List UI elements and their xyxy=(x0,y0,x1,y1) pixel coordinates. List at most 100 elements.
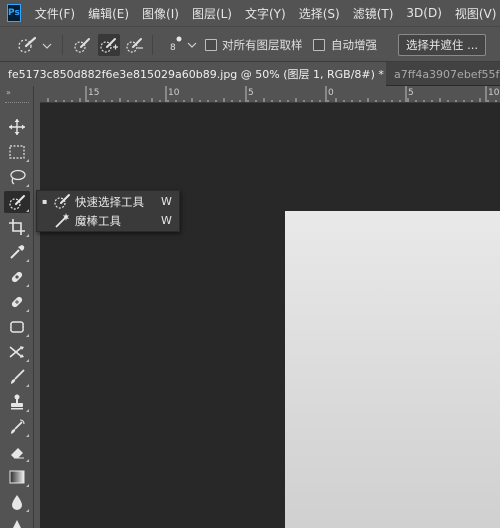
tool-group-indicator xyxy=(26,184,29,187)
brush-size-value: 8 xyxy=(170,43,176,53)
marquee-icon xyxy=(9,145,25,159)
checkbox-box[interactable] xyxy=(313,39,325,51)
rectangular-marquee-tool[interactable] xyxy=(4,141,30,163)
menu-view[interactable]: 视图(V) xyxy=(455,5,497,22)
ruler-label: 15 xyxy=(88,88,100,98)
flyout-item-magic-wand[interactable]: 魔棒工具 W xyxy=(37,211,179,230)
move-icon xyxy=(9,119,25,135)
eraser-icon xyxy=(11,448,24,459)
select-and-mask-label: 选择并遮住 ... xyxy=(405,38,479,52)
quick-selection-tool[interactable] xyxy=(4,191,30,213)
menu-type[interactable]: 文字(Y) xyxy=(245,5,286,22)
blur-drop-icon xyxy=(12,495,22,510)
flyout-item-quick-selection[interactable]: ▪ 快速选择工具 W xyxy=(37,192,179,211)
horizontal-ruler[interactable]: 15 10 5 0 5 10 xyxy=(40,86,500,103)
menu-image[interactable]: 图像(I) xyxy=(142,5,179,22)
tool-flyout-menu: ▪ 快速选择工具 W 魔棒工具 W xyxy=(36,190,180,232)
tool-group-indicator xyxy=(26,409,29,412)
history-brush-tool[interactable] xyxy=(4,416,30,438)
auto-enhance-checkbox[interactable] xyxy=(313,34,325,56)
separator xyxy=(62,35,63,55)
tab-active-document[interactable]: fe5173c850d882f6e3e815029a60b89.jpg @ 50… xyxy=(0,62,386,86)
sample-all-layers-checkbox[interactable] xyxy=(205,34,217,56)
crop-icon xyxy=(9,219,25,235)
tool-group-indicator xyxy=(26,209,29,212)
stamp-icon xyxy=(11,394,23,410)
tool-group-indicator xyxy=(26,234,29,237)
sample-all-layers-label: 对所有图层取样 xyxy=(222,38,303,52)
brush-icon xyxy=(11,369,25,384)
canvas-area[interactable] xyxy=(40,103,500,528)
brush-picker[interactable]: 8 xyxy=(160,34,200,56)
lasso-tool[interactable] xyxy=(4,166,30,188)
ruler-label: 5 xyxy=(408,88,414,98)
tab-title: a7ff4a3907ebef55f13 xyxy=(394,67,500,81)
separator xyxy=(152,35,153,55)
flyout-item-label: 快速选择工具 xyxy=(75,194,144,209)
tool-group-indicator xyxy=(26,334,29,337)
blur-tool[interactable] xyxy=(4,491,30,513)
tool-group-indicator xyxy=(26,359,29,362)
ruler-label: 10 xyxy=(488,88,500,98)
quick-selection-icon xyxy=(9,195,25,210)
tool-group-indicator xyxy=(26,434,29,437)
select-and-mask-button[interactable]: 选择并遮住 ... xyxy=(398,34,486,56)
bandage-icon xyxy=(11,296,23,308)
pen-tool[interactable] xyxy=(4,514,30,528)
document-image[interactable] xyxy=(285,211,500,528)
menu-filter[interactable]: 滤镜(T) xyxy=(353,5,394,22)
history-brush-icon xyxy=(11,419,25,434)
ruler-label: 10 xyxy=(168,88,180,98)
tool-preset-picker[interactable] xyxy=(16,34,56,56)
photoshop-window: Ps 文件(F) 编辑(E) 图像(I) 图层(L) 文字(Y) 选择(S) 滤… xyxy=(0,0,500,528)
panel-grip[interactable] xyxy=(5,102,29,104)
magic-wand-icon xyxy=(53,212,71,229)
auto-enhance-label: 自动增强 xyxy=(331,38,377,52)
move-tool[interactable] xyxy=(4,116,30,138)
add-to-selection-button[interactable] xyxy=(98,34,120,56)
crop-tool[interactable] xyxy=(4,216,30,238)
healing-brush-tool[interactable] xyxy=(4,291,30,313)
tool-group-indicator xyxy=(26,484,29,487)
new-selection-icon xyxy=(74,38,90,53)
tool-group-indicator xyxy=(26,159,29,162)
lasso-icon xyxy=(10,169,26,185)
checkbox-box[interactable] xyxy=(205,39,217,51)
quick-selection-icon xyxy=(18,36,52,53)
menu-layer[interactable]: 图层(L) xyxy=(192,5,232,22)
sample-all-layers-text: 对所有图层取样 xyxy=(222,34,303,56)
patch-tool[interactable] xyxy=(4,316,30,338)
photoshop-logo[interactable]: Ps xyxy=(7,4,21,22)
pen-icon xyxy=(13,520,21,528)
menu-3d[interactable]: 3D(D) xyxy=(406,6,441,20)
eraser-tool[interactable] xyxy=(4,441,30,463)
ruler-ticks xyxy=(47,86,497,102)
brush-tool[interactable] xyxy=(4,366,30,388)
collapse-panel-icon[interactable]: » xyxy=(6,88,11,97)
clone-stamp-tool[interactable] xyxy=(4,391,30,413)
new-selection-button[interactable] xyxy=(72,34,94,56)
tool-group-indicator xyxy=(26,259,29,262)
menu-select[interactable]: 选择(S) xyxy=(299,5,340,22)
selected-indicator: ▪ xyxy=(42,197,48,206)
gradient-tool[interactable] xyxy=(4,466,30,488)
menu-edit[interactable]: 编辑(E) xyxy=(88,5,129,22)
content-aware-move-tool[interactable] xyxy=(4,341,30,363)
chevron-down-icon xyxy=(187,42,197,48)
subtract-from-selection-button[interactable] xyxy=(124,34,146,56)
tab-inactive-document[interactable]: a7ff4a3907ebef55f13 xyxy=(387,62,500,86)
options-bar: 8 对所有图层取样 自动增强 选择并遮住 ... xyxy=(0,26,500,62)
menu-file[interactable]: 文件(F) xyxy=(35,5,75,22)
tool-group-indicator xyxy=(26,309,29,312)
quick-selection-icon xyxy=(53,193,71,210)
eyedropper-tool[interactable] xyxy=(4,241,30,263)
add-to-selection-icon xyxy=(100,38,118,53)
gradient-icon xyxy=(9,470,25,484)
ruler-label: 5 xyxy=(248,88,254,98)
tool-group-indicator xyxy=(26,509,29,512)
cross-arrows-icon xyxy=(9,346,24,358)
spot-healing-brush-tool[interactable] xyxy=(4,266,30,288)
subtract-from-selection-icon xyxy=(126,38,143,53)
tool-group-indicator xyxy=(26,284,29,287)
patch-icon xyxy=(10,321,24,333)
